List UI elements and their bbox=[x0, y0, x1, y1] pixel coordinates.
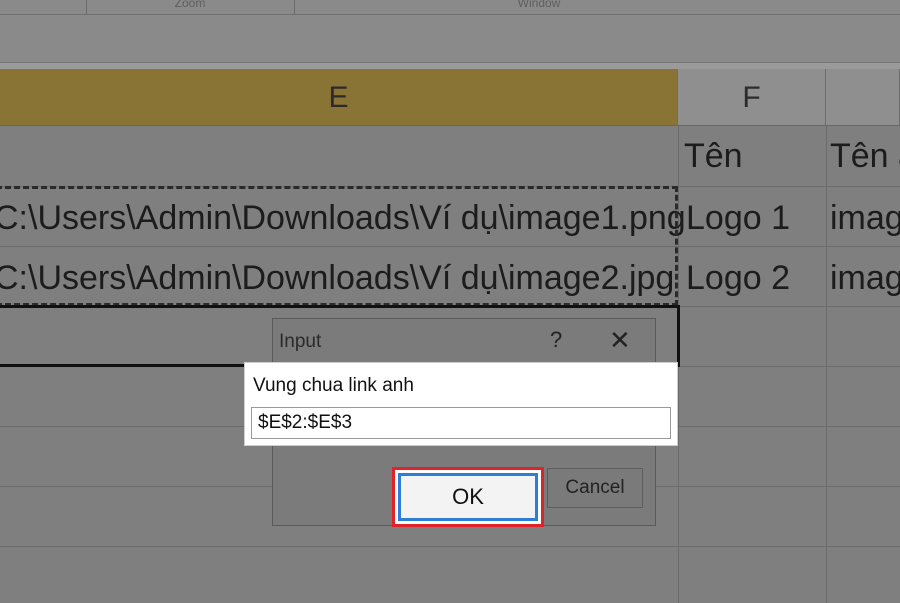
copy-marquee bbox=[0, 186, 678, 306]
ribbon-strip: Zoom Window bbox=[0, 0, 900, 15]
cell-f2[interactable]: Logo 1 bbox=[686, 188, 790, 248]
ribbon-group-window[interactable]: Window bbox=[294, 0, 784, 14]
prompt-panel: Vung chua link anh $E$2:$E$3 bbox=[244, 362, 678, 446]
grid-row-line bbox=[0, 546, 900, 547]
close-icon[interactable]: ✕ bbox=[609, 325, 631, 356]
cancel-button[interactable]: Cancel bbox=[547, 468, 643, 508]
column-header-e[interactable]: E bbox=[0, 69, 678, 126]
column-header-g[interactable] bbox=[826, 69, 900, 126]
ok-button-highlight[interactable]: OK bbox=[392, 467, 544, 527]
help-icon[interactable]: ? bbox=[550, 327, 562, 353]
cell-g2[interactable]: image bbox=[830, 188, 900, 248]
range-input[interactable]: $E$2:$E$3 bbox=[251, 407, 671, 439]
dialog-title: Input bbox=[279, 331, 322, 352]
column-header-f[interactable]: F bbox=[678, 69, 826, 126]
cell-f1[interactable]: Tên bbox=[684, 126, 743, 186]
ribbon-group-zoom[interactable]: Zoom bbox=[86, 0, 294, 14]
toolbar-area bbox=[0, 15, 900, 67]
cell-g3[interactable]: image bbox=[830, 248, 900, 308]
grid-col-line bbox=[826, 126, 827, 603]
cell-g1[interactable]: Tên ả bbox=[830, 126, 900, 186]
ok-button[interactable]: OK bbox=[398, 473, 538, 521]
cell-f3[interactable]: Logo 2 bbox=[686, 248, 790, 308]
prompt-label: Vung chua link anh bbox=[253, 375, 414, 396]
